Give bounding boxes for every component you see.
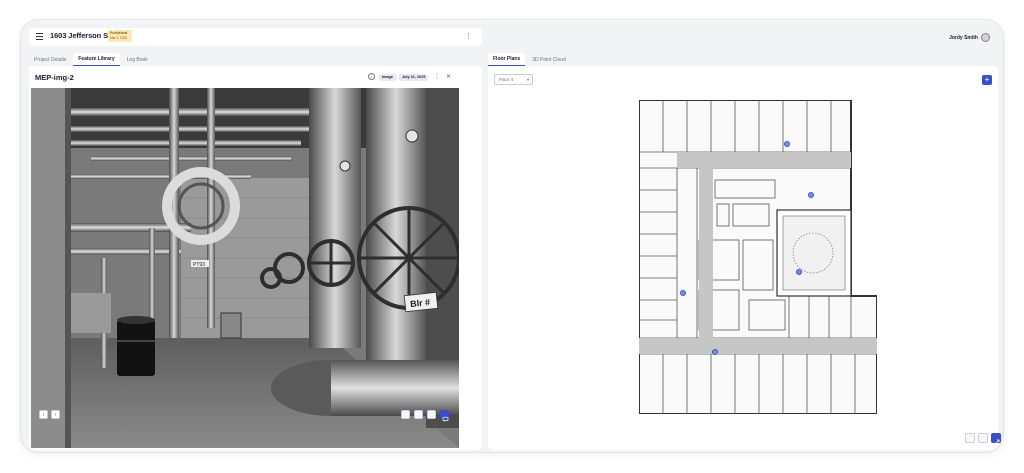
tab-log-book[interactable]: Log Book (122, 53, 153, 66)
floor-select[interactable]: Floor 4 ▾ (494, 74, 533, 85)
expand-icon[interactable] (427, 410, 436, 419)
status-badge-label: Published (110, 31, 128, 35)
date-chip: July 21, 2025 (399, 74, 429, 81)
project-header: 1603 Jefferson St. Published Mar 2, 2025… (29, 28, 482, 46)
camera-marker[interactable] (795, 268, 802, 275)
more-options-icon[interactable]: ⋮ (465, 32, 472, 40)
status-badge: Published Mar 2, 2025 (108, 30, 132, 42)
next-image-button[interactable]: › (51, 410, 60, 419)
fullscreen-icon[interactable] (991, 433, 1001, 445)
tab-floor-plans[interactable]: Floor Plans (488, 53, 526, 66)
comment-icon[interactable] (440, 410, 449, 422)
right-tabs: Floor Plans 3D Point Cloud (488, 53, 571, 66)
tab-feature-library[interactable]: Feature Library (73, 53, 120, 66)
info-icon[interactable]: i (368, 73, 375, 80)
floor-plan-panel: Floor 4 ▾ + (488, 66, 1001, 450)
boiler-sign: Blr # (410, 297, 431, 309)
app-window: 1603 Jefferson St. Published Mar 2, 2025… (20, 19, 1004, 453)
type-chip: Image (379, 74, 396, 81)
mechanical-room-photo: Blr # PT93 (31, 88, 459, 448)
annotate-icon[interactable] (401, 410, 410, 419)
floor-select-value: Floor 4 (499, 77, 514, 82)
avatar[interactable] (981, 33, 990, 42)
right-pane: Jordy Smith Floor Plans 3D Point Cloud F… (488, 28, 1001, 450)
hamburger-icon[interactable] (36, 33, 43, 40)
feature-image: Blr # PT93 (31, 88, 459, 448)
prev-image-button[interactable]: ‹ (39, 410, 48, 419)
camera-marker[interactable] (712, 348, 719, 355)
camera-marker[interactable] (783, 141, 790, 148)
camera-marker[interactable] (680, 289, 687, 296)
user-menu[interactable]: Jordy Smith (949, 33, 990, 42)
grid-view-icon[interactable] (414, 410, 423, 419)
layers-icon[interactable] (965, 433, 975, 443)
pipe-tag: PT93 (193, 262, 205, 268)
tab-3d-point-cloud[interactable]: 3D Point Cloud (527, 53, 571, 66)
left-tabs: Project Details Feature Library Log Book (29, 53, 153, 66)
feature-panel: MEP-img-2 i Image July 21, 2025 ⋮ ✕ Blr … (29, 66, 482, 450)
feature-title: MEP-img-2 (35, 73, 74, 82)
user-name: Jordy Smith (949, 34, 978, 41)
status-badge-date: Mar 2, 2025 (110, 35, 128, 40)
floor-plan[interactable] (639, 100, 877, 414)
left-pane: 1603 Jefferson St. Published Mar 2, 2025… (29, 28, 482, 450)
add-button[interactable]: + (982, 75, 992, 85)
camera-marker[interactable] (807, 192, 814, 199)
project-title: 1603 Jefferson St. (50, 31, 113, 40)
more-options-icon[interactable]: ⋮ (434, 73, 440, 80)
tab-project-details[interactable]: Project Details (29, 53, 71, 66)
chevron-down-icon: ▾ (526, 77, 529, 82)
zoom-icon[interactable] (978, 433, 988, 443)
close-icon[interactable]: ✕ (446, 73, 451, 80)
